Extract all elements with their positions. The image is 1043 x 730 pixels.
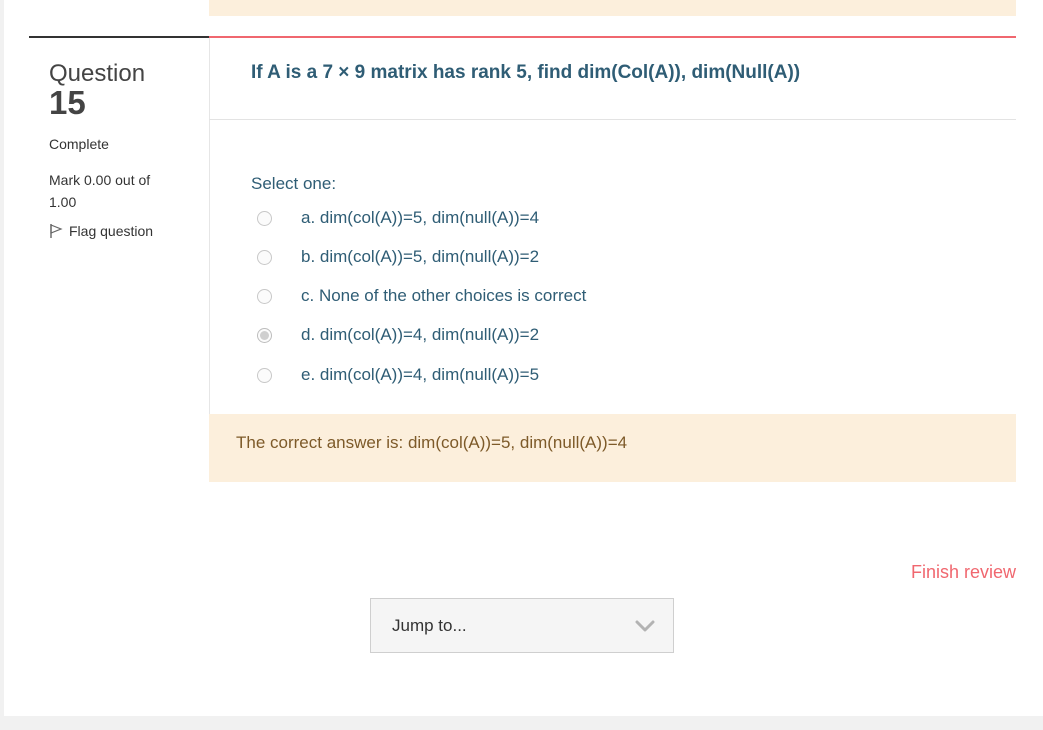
answer-option-b[interactable]: b. dim(col(A))=5, dim(null(A))=2	[257, 246, 539, 268]
option-label-e[interactable]: e. dim(col(A))=4, dim(null(A))=5	[301, 365, 539, 385]
option-label-a[interactable]: a. dim(col(A))=5, dim(null(A))=4	[301, 208, 539, 228]
radio-c[interactable]	[257, 288, 272, 304]
option-label-c[interactable]: c. None of the other choices is correct	[301, 286, 586, 306]
answer-option-d[interactable]: d. dim(col(A))=4, dim(null(A))=2	[257, 324, 539, 346]
radio-b[interactable]	[257, 249, 272, 265]
radio-e[interactable]	[257, 367, 272, 383]
radio-d-selected[interactable]	[257, 327, 272, 343]
finish-review-link[interactable]: Finish review	[911, 562, 1016, 583]
feedback-box: The correct answer is: dim(col(A))=5, di…	[209, 414, 1016, 482]
info-divider	[29, 36, 209, 38]
flag-question-link[interactable]: Flag question	[49, 223, 153, 239]
question-text: If A is a 7 × 9 matrix has rank 5, find …	[251, 62, 801, 83]
flag-icon[interactable]	[49, 223, 63, 239]
answer-option-e[interactable]: e. dim(col(A))=4, dim(null(A))=5	[257, 364, 539, 386]
question-state: Complete	[49, 136, 109, 152]
question-number: 15	[49, 84, 86, 121]
previous-feedback-strip	[209, 0, 1016, 16]
answer-option-a[interactable]: a. dim(col(A))=5, dim(null(A))=4	[257, 207, 539, 229]
flag-question-label[interactable]: Flag question	[69, 223, 153, 239]
question-text-divider	[209, 119, 1016, 120]
option-label-b[interactable]: b. dim(col(A))=5, dim(null(A))=2	[301, 247, 539, 267]
answer-option-c[interactable]: c. None of the other choices is correct	[257, 285, 586, 307]
radio-a[interactable]	[257, 210, 272, 226]
jump-to-select[interactable]: Jump to...	[370, 598, 674, 653]
option-label-d[interactable]: d. dim(col(A))=4, dim(null(A))=2	[301, 325, 539, 345]
chevron-down-icon[interactable]	[635, 619, 655, 633]
question-mark: Mark 0.00 out of 1.00	[49, 172, 151, 210]
jump-to-value[interactable]: Jump to...	[392, 616, 467, 636]
answer-prompt: Select one:	[251, 174, 337, 193]
correct-answer-text: The correct answer is: dim(col(A))=5, di…	[236, 433, 628, 452]
